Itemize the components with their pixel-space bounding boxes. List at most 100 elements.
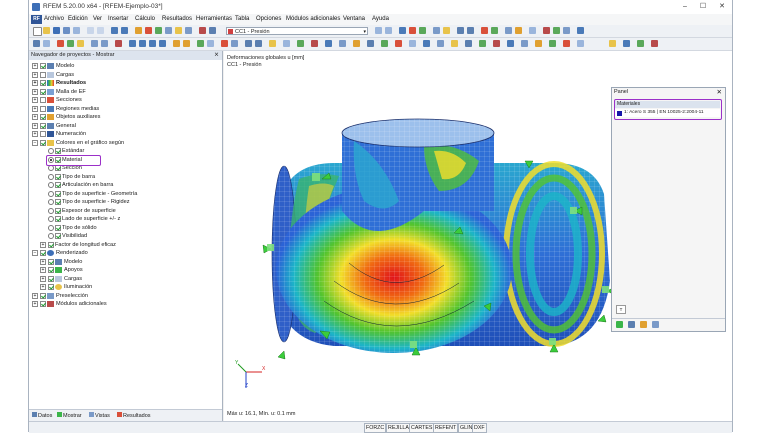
checkbox[interactable] (55, 224, 61, 231)
support-results-icon[interactable] (535, 40, 542, 47)
expand-icon[interactable]: + (32, 114, 38, 121)
scale-icon[interactable] (423, 40, 430, 47)
tree-item-apoyos[interactable]: + Apoyos (40, 266, 83, 275)
tree-item-iluminacion[interactable]: + Iluminación (40, 283, 92, 292)
checkbox[interactable] (48, 284, 54, 291)
tree-item-cargas[interactable]: + Cargas (32, 71, 74, 80)
checkbox[interactable] (40, 71, 46, 78)
expand-icon[interactable]: + (32, 131, 38, 138)
checkbox[interactable] (55, 182, 61, 189)
expand-icon[interactable]: + (32, 122, 38, 129)
open-icon[interactable] (43, 27, 50, 34)
checkbox[interactable] (40, 114, 46, 121)
checkbox[interactable] (55, 173, 61, 180)
menu-insertar[interactable]: Insertar (108, 16, 128, 22)
expand-icon[interactable]: + (32, 63, 38, 70)
iso-icon[interactable] (409, 27, 416, 34)
load-case-select[interactable]: CC1 - Presión ▾ (226, 27, 368, 35)
tree-item-preseleccion[interactable]: + Preselección (32, 292, 88, 301)
max-min-icon[interactable] (395, 40, 402, 47)
tree-item-superficie-geometria[interactable]: Tipo de superficie - Geometría (48, 190, 137, 199)
tree-item-render-modelo[interactable]: + Modelo (40, 258, 82, 267)
expand-icon[interactable]: + (40, 284, 46, 291)
tree-item-tipo-barra[interactable]: Tipo de barra (48, 173, 95, 182)
new-icon[interactable] (33, 27, 42, 36)
expand-icon[interactable]: + (32, 105, 38, 112)
text-toggle-button[interactable]: T (616, 305, 626, 314)
checkbox[interactable] (48, 258, 54, 265)
minimize-button[interactable]: – (680, 2, 690, 12)
checkbox[interactable] (55, 199, 61, 206)
workplane-icon[interactable] (283, 40, 290, 47)
panel-toggle-icon[interactable] (577, 40, 584, 47)
checkbox[interactable] (40, 301, 46, 308)
transparency-icon[interactable] (367, 40, 374, 47)
tree-item-numeracion[interactable]: + Numeración (32, 130, 86, 139)
tree-item-visibilidad[interactable]: Visibilidad (48, 232, 87, 241)
smooth-icon[interactable] (437, 40, 444, 47)
checkbox[interactable] (48, 241, 54, 248)
collapse-icon[interactable]: − (32, 139, 38, 146)
checkbox[interactable] (55, 233, 61, 240)
perspective-icon[interactable] (339, 40, 346, 47)
expand-icon[interactable]: + (40, 258, 46, 265)
color-scale-icon[interactable] (616, 321, 623, 328)
tools-icon[interactable] (609, 40, 616, 47)
radio[interactable] (48, 190, 54, 197)
navigator-close-icon[interactable]: ⨯ (214, 51, 219, 60)
print-icon[interactable] (63, 27, 70, 34)
tab-datos[interactable]: Datos (32, 412, 52, 419)
tree-item-modulos-adicionales[interactable]: + Módulos adicionales (32, 300, 107, 309)
tree-item-colores[interactable]: − Colores en el gráfico según (32, 139, 124, 148)
snap-icon[interactable] (269, 40, 276, 47)
member-results-icon[interactable] (521, 40, 528, 47)
surface-icon[interactable] (91, 40, 98, 47)
stress-icon[interactable] (563, 40, 570, 47)
tree-item-general[interactable]: + General (32, 122, 76, 131)
expand-icon[interactable]: + (40, 241, 46, 248)
light-icon[interactable] (353, 40, 360, 47)
menu-tabla[interactable]: Tabla (235, 16, 249, 22)
select-icon[interactable] (33, 40, 40, 47)
checkbox[interactable] (40, 139, 46, 146)
support-icon[interactable] (491, 27, 498, 34)
checkbox[interactable] (40, 80, 46, 87)
menu-resultados[interactable]: Resultados (162, 16, 192, 22)
rotate-icon[interactable] (197, 40, 204, 47)
menu-ventana[interactable]: Ventana (343, 16, 365, 22)
checkbox[interactable] (55, 190, 61, 197)
tree-item-renderizado[interactable]: − Renderizado (32, 249, 88, 258)
load-icon[interactable] (515, 27, 522, 34)
comment-icon[interactable] (231, 40, 238, 47)
section-icon[interactable] (433, 27, 440, 34)
view-y-icon[interactable] (139, 40, 146, 47)
move-icon[interactable] (43, 40, 50, 47)
radio[interactable] (48, 173, 54, 180)
delete-icon[interactable] (543, 27, 550, 34)
filter-results-icon[interactable] (381, 40, 388, 47)
factors-icon[interactable] (640, 321, 647, 328)
pan-icon[interactable] (207, 40, 214, 47)
radio[interactable] (48, 207, 54, 214)
copy-icon[interactable] (87, 27, 94, 34)
paste-icon[interactable] (97, 27, 104, 34)
checkbox[interactable] (48, 275, 54, 282)
tree-item-secciones[interactable]: + Secciones (32, 96, 82, 105)
expand-icon[interactable]: + (32, 301, 38, 308)
tab-resultados[interactable]: Resultados (117, 412, 151, 419)
grid-icon[interactable] (529, 27, 536, 34)
view-icon[interactable] (165, 27, 172, 34)
measure-icon[interactable] (311, 40, 318, 47)
node-icon[interactable] (57, 40, 64, 47)
expand-icon[interactable]: + (32, 97, 38, 104)
radio[interactable] (48, 199, 54, 206)
redo-icon[interactable] (121, 27, 128, 34)
radio[interactable] (48, 182, 54, 189)
collapse-icon[interactable]: − (32, 250, 38, 257)
checkbox[interactable] (40, 131, 46, 138)
menu-edicion[interactable]: Edición (68, 16, 88, 22)
menu-modulos-adicionales[interactable]: Módulos adicionales (286, 16, 340, 22)
radio[interactable] (48, 165, 54, 172)
print-graphic-icon[interactable] (451, 40, 458, 47)
filter-icon[interactable] (481, 27, 488, 34)
